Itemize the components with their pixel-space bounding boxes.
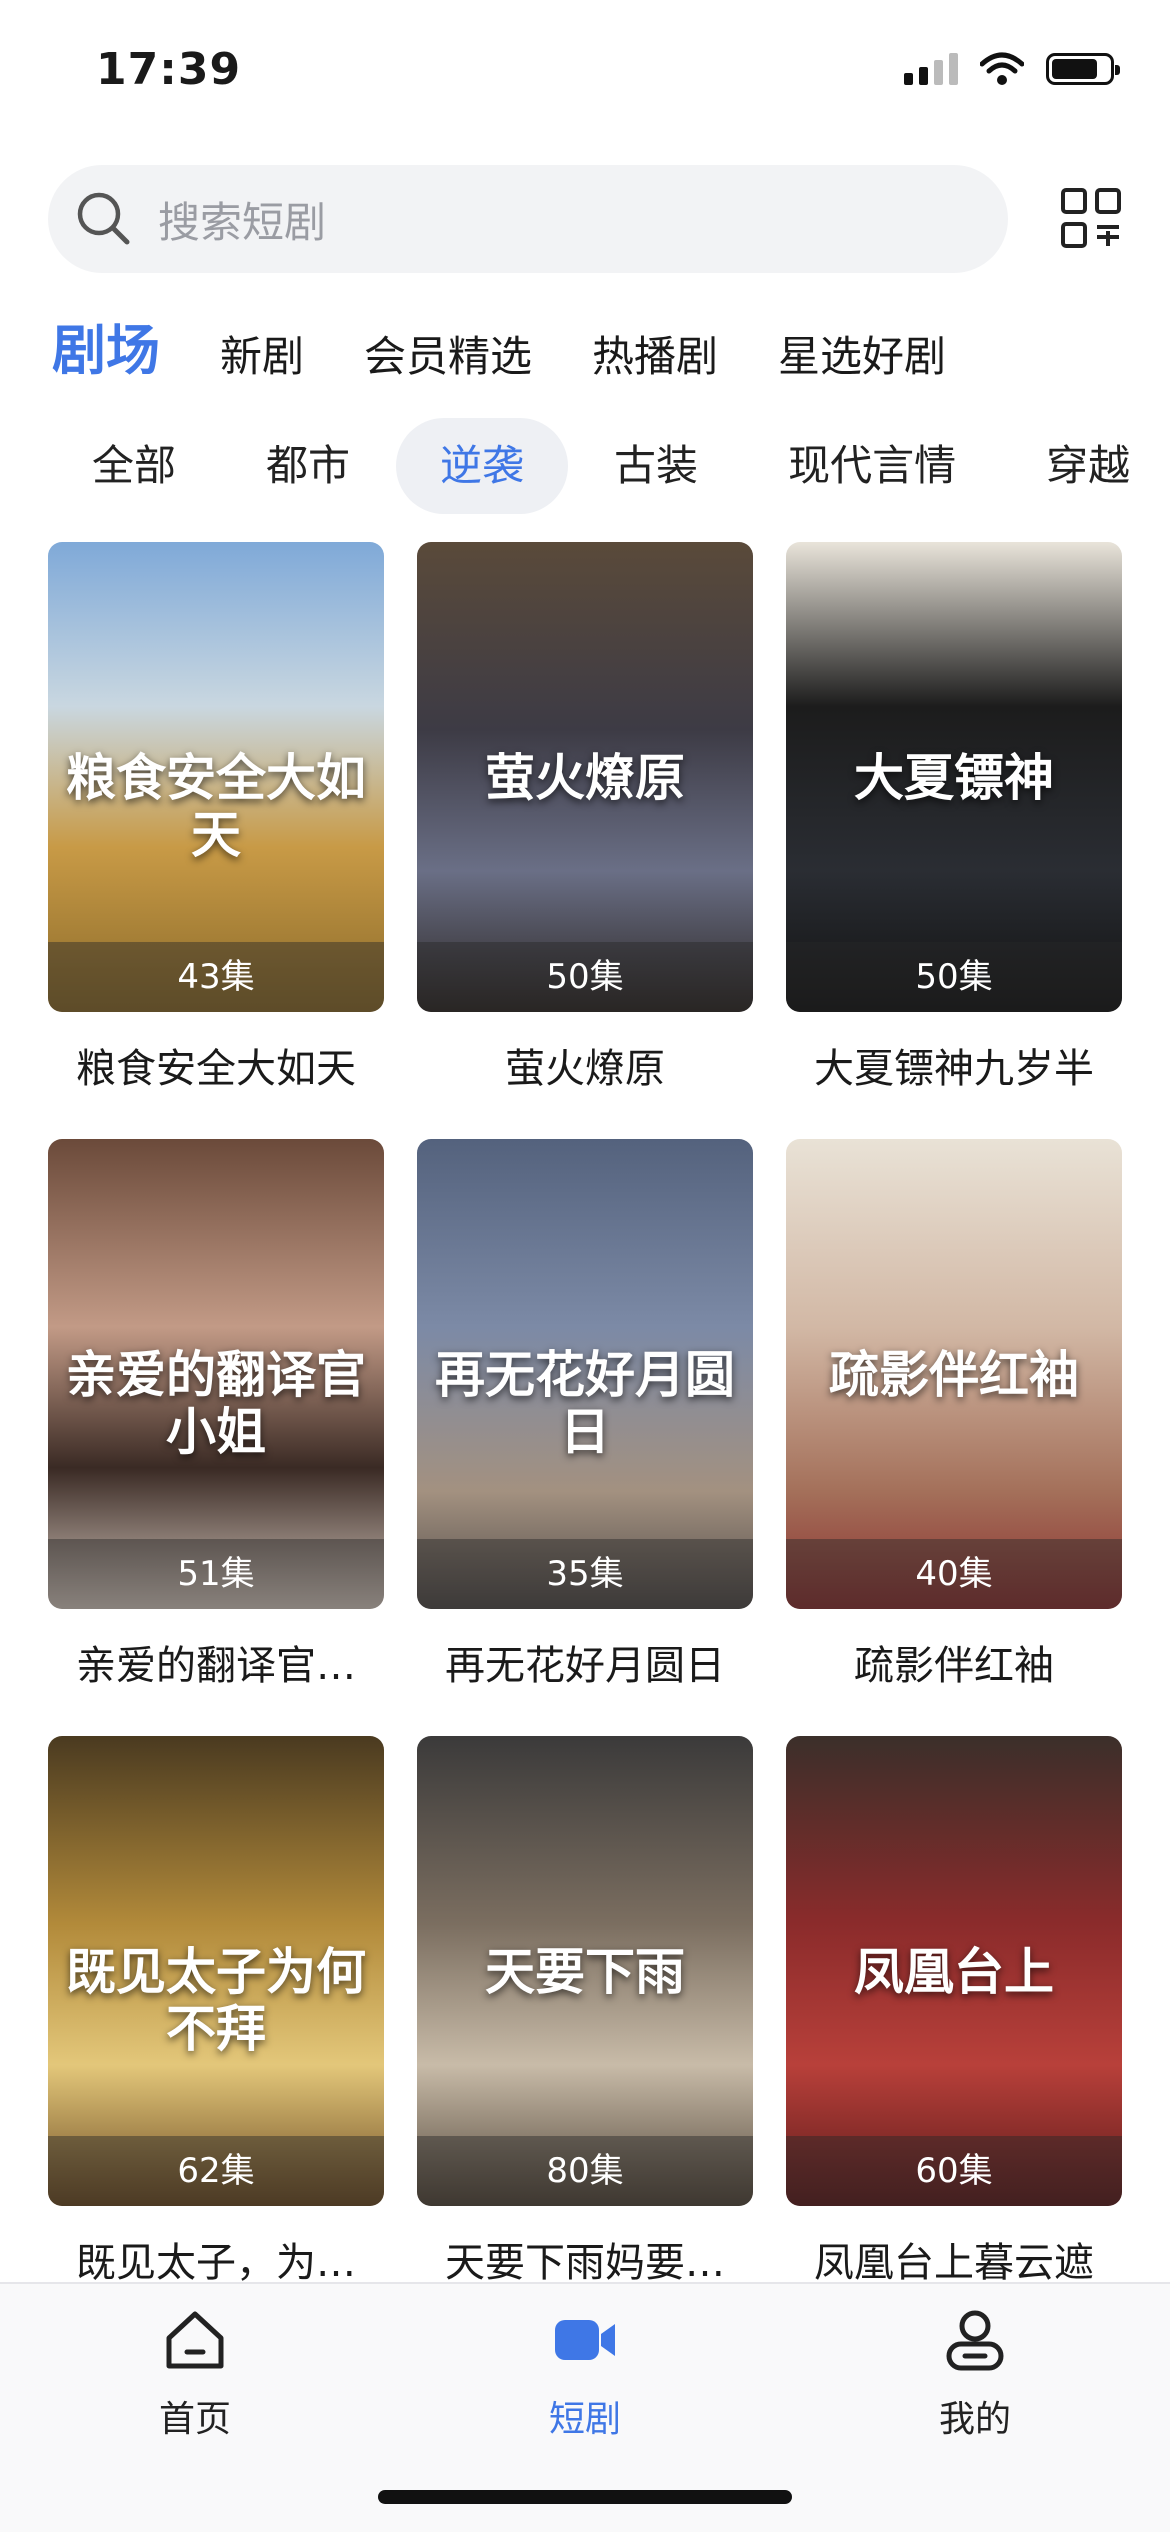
drama-title[interactable]: 粮食安全大如天 [48, 1036, 384, 1094]
tab-star-picks[interactable]: 星选好剧 [778, 336, 946, 378]
qr-scan-icon[interactable] [1060, 187, 1122, 249]
drama-title[interactable]: 疏影伴红袖 [786, 1633, 1122, 1691]
home-icon [166, 2311, 224, 2369]
search-icon [77, 192, 130, 245]
drama-poster[interactable]: 粮食安全大如天 43集 [48, 542, 384, 1012]
tab-theater[interactable]: 剧场 [52, 324, 160, 378]
poster-title: 萤火燎原 [485, 747, 685, 807]
drama-card[interactable]: 大夏镖神 50集 大夏镖神九岁半 [786, 542, 1122, 1139]
drama-title[interactable]: 再无花好月圆日 [417, 1633, 753, 1691]
drama-card[interactable]: 疏影伴红袖 40集 疏影伴红袖 [786, 1139, 1122, 1736]
chip-costume[interactable]: 古装 [570, 418, 742, 514]
episode-count: 40集 [786, 1539, 1122, 1609]
drama-title[interactable]: 既见太子，为… [48, 2230, 384, 2288]
drama-poster[interactable]: 再无花好月圆日 35集 [417, 1139, 753, 1609]
search-row: 搜索短剧 [48, 165, 1122, 273]
drama-card[interactable]: 萤火燎原 50集 萤火燎原 [417, 542, 753, 1139]
chip-time-travel[interactable]: 穿越 [1002, 418, 1170, 514]
poster-title: 既见太子为何不拜 [66, 1941, 366, 2059]
poster-title: 再无花好月圆日 [435, 1344, 735, 1462]
status-time: 17:39 [96, 44, 242, 95]
drama-card[interactable]: 粮食安全大如天 43集 粮食安全大如天 [48, 542, 384, 1139]
drama-title[interactable]: 天要下雨妈要… [417, 2230, 753, 2288]
drama-poster[interactable]: 疏影伴红袖 40集 [786, 1139, 1122, 1609]
drama-poster[interactable]: 凤凰台上 60集 [786, 1736, 1122, 2206]
drama-title[interactable]: 大夏镖神九岁半 [786, 1036, 1122, 1094]
drama-card[interactable]: 亲爱的翻译官小姐 51集 亲爱的翻译官… [48, 1139, 384, 1736]
battery-icon [1046, 53, 1120, 85]
home-indicator [378, 2490, 792, 2504]
drama-poster[interactable]: 既见太子为何不拜 62集 [48, 1736, 384, 2206]
drama-poster[interactable]: 亲爱的翻译官小姐 51集 [48, 1139, 384, 1609]
poster-title: 疏影伴红袖 [829, 1344, 1079, 1404]
nav-short-drama-label: 短剧 [548, 2399, 621, 2440]
video-camera-icon [555, 2320, 615, 2360]
nav-short-drama[interactable]: 短剧 [485, 2306, 685, 2442]
poster-title: 凤凰台上 [854, 1941, 1054, 2001]
nav-home-label: 首页 [158, 2399, 231, 2440]
episode-count: 60集 [786, 2136, 1122, 2206]
episode-count: 35集 [417, 1539, 753, 1609]
episode-count: 43集 [48, 942, 384, 1012]
search-input[interactable]: 搜索短剧 [48, 165, 1008, 273]
drama-poster[interactable]: 大夏镖神 50集 [786, 542, 1122, 1012]
genre-chips: 全部 都市 逆袭 古装 现代言情 穿越 [48, 418, 1170, 514]
chip-urban[interactable]: 都市 [222, 418, 394, 514]
drama-card[interactable]: 再无花好月圆日 35集 再无花好月圆日 [417, 1139, 753, 1736]
tab-member-picks[interactable]: 会员精选 [364, 336, 532, 378]
episode-count: 62集 [48, 2136, 384, 2206]
profile-icon [946, 2310, 1004, 2371]
tab-new-drama[interactable]: 新剧 [220, 336, 304, 378]
nav-profile-label: 我的 [938, 2399, 1011, 2440]
wifi-icon [980, 52, 1024, 85]
drama-card[interactable]: 凤凰台上 60集 凤凰台上暮云遮 [786, 1736, 1122, 2333]
poster-title: 亲爱的翻译官小姐 [66, 1344, 366, 1462]
status-bar: 17:39 [0, 0, 1170, 150]
cellular-signal-icon [904, 53, 958, 85]
chip-all[interactable]: 全部 [48, 418, 220, 514]
drama-card[interactable]: 既见太子为何不拜 62集 既见太子，为… [48, 1736, 384, 2333]
drama-grid: 粮食安全大如天 43集 粮食安全大如天 萤火燎原 50集 萤火燎原 大夏镖神 5… [48, 542, 1122, 2333]
episode-count: 80集 [417, 2136, 753, 2206]
chip-comeback[interactable]: 逆袭 [396, 418, 569, 514]
status-icons [904, 52, 1120, 86]
nav-home[interactable]: 首页 [95, 2306, 295, 2442]
episode-count: 50集 [786, 942, 1122, 1012]
category-tabs: 剧场 新剧 会员精选 热播剧 星选好剧 [52, 308, 1006, 378]
episode-count: 50集 [417, 942, 753, 1012]
poster-title: 粮食安全大如天 [66, 747, 366, 865]
drama-poster[interactable]: 天要下雨 80集 [417, 1736, 753, 2206]
poster-title: 天要下雨 [485, 1941, 685, 2001]
episode-count: 51集 [48, 1539, 384, 1609]
tab-trending[interactable]: 热播剧 [592, 336, 718, 378]
drama-title[interactable]: 亲爱的翻译官… [48, 1633, 384, 1691]
drama-title[interactable]: 凤凰台上暮云遮 [786, 2230, 1122, 2288]
chip-modern-romance[interactable]: 现代言情 [744, 418, 1000, 514]
drama-title[interactable]: 萤火燎原 [417, 1036, 753, 1094]
drama-poster[interactable]: 萤火燎原 50集 [417, 542, 753, 1012]
search-placeholder: 搜索短剧 [158, 197, 327, 247]
nav-profile[interactable]: 我的 [875, 2306, 1075, 2442]
poster-title: 大夏镖神 [854, 747, 1054, 807]
drama-card[interactable]: 天要下雨 80集 天要下雨妈要… [417, 1736, 753, 2333]
